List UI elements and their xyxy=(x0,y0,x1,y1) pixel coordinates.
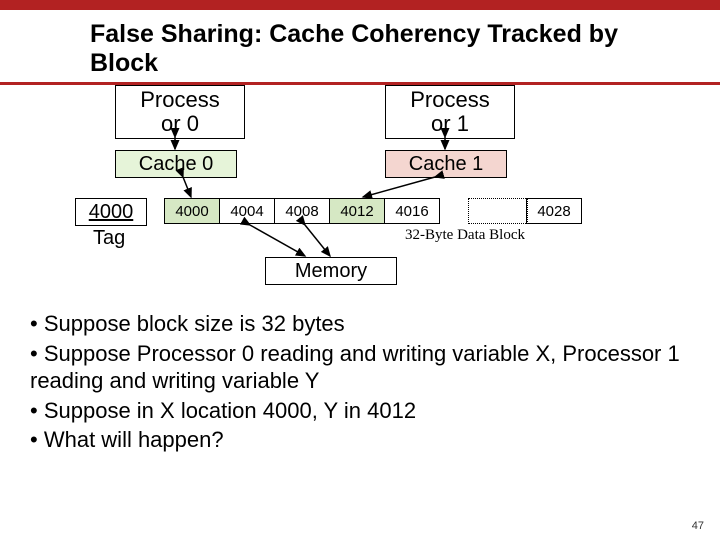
bullet-item: • Suppose block size is 32 bytes xyxy=(30,310,690,338)
memory-block-row: 4000 4004 4008 4012 4016 xyxy=(165,198,440,224)
bullet-text: Suppose in X location 4000, Y in 4012 xyxy=(44,398,416,423)
cell-4004: 4004 xyxy=(219,198,275,224)
bullet-text: Suppose Processor 0 reading and writing … xyxy=(30,341,680,394)
page-number: 47 xyxy=(692,520,704,532)
bullet-text: Suppose block size is 32 bytes xyxy=(44,311,345,336)
bullet-item: • Suppose in X location 4000, Y in 4012 xyxy=(30,397,690,425)
cache-0-box: Cache 0 xyxy=(115,150,237,178)
processor-1-box: Processor 1 xyxy=(385,85,515,139)
cell-4016: 4016 xyxy=(384,198,440,224)
tag-value: 4000 xyxy=(75,198,147,226)
header: False Sharing: Cache Coherency Tracked b… xyxy=(90,20,690,78)
cell-4012: 4012 xyxy=(329,198,385,224)
cell-4000: 4000 xyxy=(164,198,220,224)
cell-4028: 4028 xyxy=(526,198,582,224)
cell-4008: 4008 xyxy=(274,198,330,224)
page-title: False Sharing: Cache Coherency Tracked b… xyxy=(90,20,690,78)
processor-0-box: Processor 0 xyxy=(115,85,245,139)
bullet-text: What will happen? xyxy=(44,427,224,452)
bullet-item: • What will happen? xyxy=(30,426,690,454)
bullet-item: • Suppose Processor 0 reading and writin… xyxy=(30,340,690,395)
accent-bar-top xyxy=(0,0,720,10)
memory-box: Memory xyxy=(265,257,397,285)
diagram-area: Processor 0 Processor 1 Cache 0 Cache 1 … xyxy=(75,85,680,285)
bullets: • Suppose block size is 32 bytes • Suppo… xyxy=(30,310,690,456)
block-size-label: 32-Byte Data Block xyxy=(405,227,525,244)
ellipsis-cells xyxy=(468,198,528,224)
cache-1-box: Cache 1 xyxy=(385,150,507,178)
tag-label: Tag xyxy=(93,227,125,250)
